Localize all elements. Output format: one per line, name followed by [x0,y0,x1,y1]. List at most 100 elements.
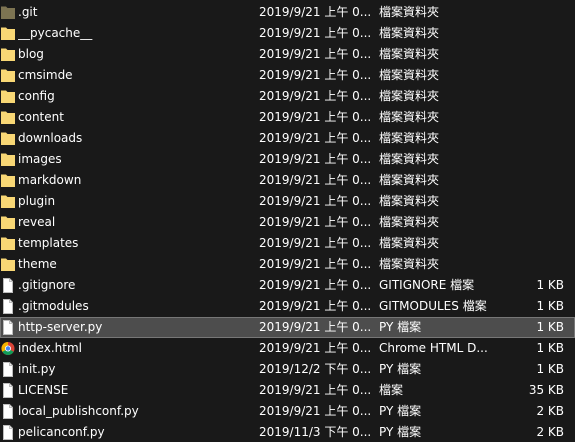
file-icon [1,404,15,419]
file-date-modified: 2019/9/21 上午 0... [259,173,372,187]
file-icon [1,425,15,440]
folder-icon [1,5,15,20]
file-name: images [18,152,62,166]
file-name: downloads [18,131,83,145]
file-row[interactable]: templates 2019/9/21 上午 0... 檔案資料夾 [0,233,575,254]
file-row[interactable]: http-server.py 2019/9/21 上午 0... PY 檔案 1 KB [0,317,575,338]
file-date-modified: 2019/9/21 上午 0... [259,152,372,166]
file-list: .git 2019/9/21 上午 0... 檔案資料夾 __pycache__ 201… [0,0,575,442]
file-row[interactable]: pelicanconf.py 2019/11/3 下午 0... PY 檔案 2 KB [0,422,575,442]
file-type: 檔案資料夾 [379,173,440,187]
file-name: .git [18,5,38,19]
folder-icon [1,194,15,209]
file-size: 35 KB [528,383,564,397]
file-type: 檔案資料夾 [379,89,440,103]
file-name: index.html [18,341,82,355]
file-size: 1 KB [536,362,564,376]
file-type: 檔案資料夾 [379,110,440,124]
file-row[interactable]: .git 2019/9/21 上午 0... 檔案資料夾 [0,2,575,23]
folder-icon [1,236,15,251]
file-row[interactable]: .gitmodules 2019/9/21 上午 0... GITMODULES 檔… [0,296,575,317]
file-name: pelicanconf.py [18,425,105,439]
file-date-modified: 2019/9/21 上午 0... [259,299,372,313]
file-size: 1 KB [536,320,564,334]
file-name: init.py [18,362,56,376]
folder-icon [1,131,15,146]
file-type: GITIGNORE 檔案 [379,278,475,292]
file-name: config [18,89,55,103]
file-name: LICENSE [18,383,69,397]
file-type: 檔案資料夾 [379,131,440,145]
file-size: 1 KB [536,341,564,355]
file-row[interactable]: markdown 2019/9/21 上午 0... 檔案資料夾 [0,170,575,191]
file-name: .gitignore [18,278,76,292]
file-type: PY 檔案 [379,320,422,334]
file-date-modified: 2019/9/21 上午 0... [259,236,372,250]
file-name: reveal [18,215,56,229]
file-row[interactable]: __pycache__ 2019/9/21 上午 0... 檔案資料夾 [0,23,575,44]
file-date-modified: 2019/9/21 上午 0... [259,341,372,355]
file-date-modified: 2019/12/2 下午 0... [259,362,372,376]
file-name: cmsimde [18,68,73,82]
file-name: blog [18,47,44,61]
file-row[interactable]: theme 2019/9/21 上午 0... 檔案資料夾 [0,254,575,275]
file-name: __pycache__ [18,26,93,40]
file-date-modified: 2019/9/21 上午 0... [259,257,372,271]
file-date-modified: 2019/9/21 上午 0... [259,47,372,61]
file-row[interactable]: plugin 2019/9/21 上午 0... 檔案資料夾 [0,191,575,212]
file-date-modified: 2019/9/21 上午 0... [259,89,372,103]
file-row[interactable]: LICENSE 2019/9/21 上午 0... 檔案 35 KB [0,380,575,401]
file-row[interactable]: blog 2019/9/21 上午 0... 檔案資料夾 [0,44,575,65]
file-type: 檔案資料夾 [379,257,440,271]
file-name: theme [18,257,57,271]
file-date-modified: 2019/9/21 上午 0... [259,215,372,229]
file-name: local_publishconf.py [18,404,139,418]
file-size: 2 KB [536,425,564,439]
file-row[interactable]: reveal 2019/9/21 上午 0... 檔案資料夾 [0,212,575,233]
file-date-modified: 2019/9/21 上午 0... [259,131,372,145]
file-row[interactable]: content 2019/9/21 上午 0... 檔案資料夾 [0,107,575,128]
file-row[interactable]: cmsimde 2019/9/21 上午 0... 檔案資料夾 [0,65,575,86]
folder-icon [1,257,15,272]
file-type: 檔案資料夾 [379,68,440,82]
folder-icon [1,215,15,230]
file-icon [1,299,15,314]
file-size: 2 KB [536,404,564,418]
file-icon [1,362,15,377]
file-type: PY 檔案 [379,362,422,376]
file-row[interactable]: downloads 2019/9/21 上午 0... 檔案資料夾 [0,128,575,149]
file-type: 檔案資料夾 [379,194,440,208]
file-name: markdown [18,173,82,187]
file-date-modified: 2019/9/21 上午 0... [259,26,372,40]
file-type: 檔案資料夾 [379,5,440,19]
file-size: 1 KB [536,278,564,292]
file-type: 檔案資料夾 [379,47,440,61]
file-icon [1,383,15,398]
file-row[interactable]: index.html 2019/9/21 上午 0... Chrome HTML D… [0,338,575,359]
file-name: http-server.py [18,320,103,334]
file-date-modified: 2019/9/21 上午 0... [259,194,372,208]
file-icon [1,320,15,335]
file-row[interactable]: config 2019/9/21 上午 0... 檔案資料夾 [0,86,575,107]
file-size: 1 KB [536,299,564,313]
folder-icon [1,47,15,62]
file-type: PY 檔案 [379,404,422,418]
folder-icon [1,89,15,104]
folder-icon [1,110,15,125]
file-type: PY 檔案 [379,425,422,439]
file-type: 檔案資料夾 [379,152,440,166]
file-date-modified: 2019/9/21 上午 0... [259,5,372,19]
file-type: Chrome HTML D... [379,341,488,355]
file-type: 檔案 [379,383,404,397]
file-row[interactable]: local_publishconf.py 2019/9/21 上午 0... PY … [0,401,575,422]
file-name: .gitmodules [18,299,89,313]
file-row[interactable]: .gitignore 2019/9/21 上午 0... GITIGNORE 檔案 1… [0,275,575,296]
file-name: content [18,110,64,124]
folder-icon [1,173,15,188]
file-name: templates [18,236,79,250]
file-date-modified: 2019/9/21 上午 0... [259,110,372,124]
file-icon [1,278,15,293]
file-row[interactable]: init.py 2019/12/2 下午 0... PY 檔案 1 KB [0,359,575,380]
file-row[interactable]: images 2019/9/21 上午 0... 檔案資料夾 [0,149,575,170]
file-date-modified: 2019/9/21 上午 0... [259,383,372,397]
